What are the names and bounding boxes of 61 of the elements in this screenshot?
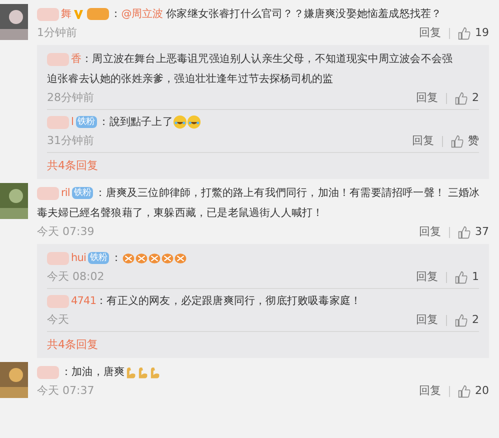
username[interactable]: hui <box>71 252 86 264</box>
comment-text: ：唐爽及三位帥律師，打鱉的路上有我們同行，加油！有需要請招呼一聲！ 三婚冰 <box>95 187 480 199</box>
mention-link[interactable]: @周立波 <box>121 8 166 20</box>
timestamp: 今天 07:39 <box>37 224 94 240</box>
username[interactable]: 香 <box>71 53 82 65</box>
more-replies-link[interactable]: 共4条回复 <box>47 338 98 351</box>
blurred-name <box>47 52 69 66</box>
reply-link[interactable]: 回复 <box>416 90 438 106</box>
flexed-arm-icon <box>124 366 137 379</box>
timestamp: 今天 07:37 <box>37 382 94 399</box>
flexed-arm-icon <box>148 366 161 379</box>
comment-text: ：@周立波 你家继女张睿打什么官司？？嫌唐爽没娶她恼羞成怒找茬？ <box>110 8 442 20</box>
thumbs-up-icon <box>455 92 468 104</box>
fan-badge: 铁粉 <box>76 116 97 128</box>
comment-text: ：說到點子上了 <box>98 116 201 128</box>
flexed-arm-icon <box>136 366 149 379</box>
comment-text: 迫张睿去认她的张姓亲爹，强迫壮壮逢年过节去探杨司机的监 <box>47 73 334 85</box>
username[interactable]: l <box>71 116 74 128</box>
laughing-emoji-icon <box>172 115 187 130</box>
timestamp: 28分钟前 <box>47 90 94 106</box>
like-button[interactable]: 1 <box>455 268 479 286</box>
reply-link[interactable]: 回复 <box>419 224 441 240</box>
blurred-name <box>37 8 59 21</box>
like-button[interactable]: 2 <box>455 90 479 106</box>
reply-link[interactable]: 回复 <box>416 268 438 286</box>
like-button[interactable]: 37 <box>458 224 489 240</box>
fan-badge: 铁粉 <box>72 187 94 200</box>
thumbs-up-icon <box>451 134 464 148</box>
username[interactable]: 4741 <box>71 295 96 307</box>
username[interactable]: ril <box>61 187 70 199</box>
timestamp: 今天 <box>47 312 69 328</box>
blurred-name <box>37 186 59 200</box>
reply-link[interactable]: 回复 <box>416 312 438 328</box>
thumbs-up-icon <box>458 384 471 398</box>
blurred-name <box>47 116 69 129</box>
blurred-name <box>47 294 69 308</box>
timestamp: 1分钟前 <box>37 24 77 41</box>
reply-link[interactable]: 回复 <box>419 24 441 42</box>
comment-text: ：周立波在舞台上恶毒诅咒强迫别人认亲生父母，不知道现实中周立波会不会强 <box>82 53 453 65</box>
thumbs-up-icon <box>455 270 468 284</box>
thumbs-up-icon <box>455 314 468 326</box>
reply-link[interactable]: 回复 <box>419 382 441 400</box>
like-button[interactable]: 20 <box>458 382 489 400</box>
reply-link[interactable]: 回复 <box>412 132 434 150</box>
laughing-emoji-icon <box>186 115 201 130</box>
comment-text: 毒夫婦已經名聲狼藉了，東躲西藏，已是老鼠過街人人喊打！ <box>37 207 324 219</box>
comment-text: ：加油，唐爽 <box>61 366 161 378</box>
fan-badge: 铁粉 <box>88 252 110 264</box>
thumbs-up-icon <box>458 226 471 238</box>
like-button[interactable]: 赞 <box>451 132 479 150</box>
comment-text: ： <box>111 252 187 264</box>
blurred-name <box>37 366 59 379</box>
username[interactable]: 舞 <box>61 8 72 20</box>
more-replies-link[interactable]: 共4条回复 <box>47 159 98 172</box>
like-button[interactable]: 2 <box>455 312 479 328</box>
timestamp: 今天 08:02 <box>47 268 104 285</box>
like-button[interactable]: 19 <box>458 24 489 42</box>
blurred-name <box>47 252 69 265</box>
comment-text: ：有正义的网友，必定跟唐爽同行，彻底打败吸毒家庭！ <box>96 295 362 307</box>
thumbs-up-icon <box>458 26 471 40</box>
timestamp: 31分钟前 <box>47 132 94 149</box>
